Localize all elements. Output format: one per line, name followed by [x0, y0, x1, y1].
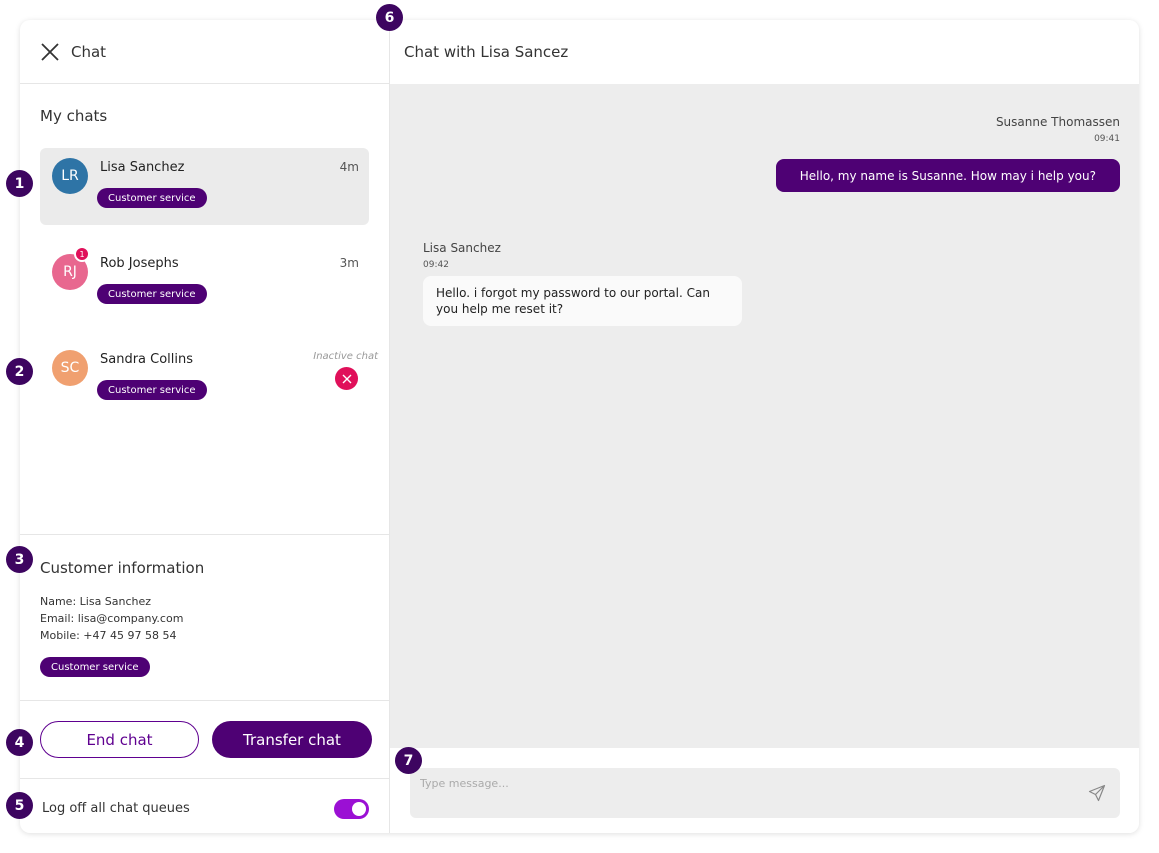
customer-information-panel: Customer information Name: Lisa Sanchez …	[20, 534, 389, 700]
logoff-label: Log off all chat queues	[42, 801, 190, 816]
chat-name: Lisa Sanchez	[100, 160, 185, 175]
chat-time: 4m	[339, 160, 359, 174]
annotation-marker-6: 6	[376, 4, 403, 31]
chat-list-item-lisa-sanchez[interactable]: LR Lisa Sanchez 4m Customer service	[40, 148, 369, 225]
send-icon[interactable]	[1088, 784, 1106, 802]
avatar: SC	[52, 350, 88, 386]
transfer-chat-button[interactable]: Transfer chat	[212, 721, 372, 758]
chat-actions: End chat Transfer chat	[20, 700, 389, 778]
chat-sidebar: Chat My chats LR Lisa Sanchez 4m Custome…	[20, 20, 390, 833]
close-icon[interactable]	[40, 42, 60, 62]
message-list: Susanne Thomassen 09:41 Hello, my name i…	[390, 84, 1139, 748]
message-sender: Susanne Thomassen	[995, 115, 1120, 129]
annotation-marker-4: 4	[6, 729, 33, 756]
toggle-knob	[352, 802, 366, 816]
logoff-row: Log off all chat queues	[20, 778, 389, 833]
conversation-header: Chat with Lisa Sancez	[390, 20, 1139, 84]
avatar-initials: LR	[61, 168, 79, 184]
customer-email: Email: lisa@company.com	[40, 612, 184, 625]
annotation-marker-7: 7	[395, 747, 422, 774]
customer-details: Name: Lisa Sanchez Email: lisa@company.c…	[40, 593, 183, 644]
chat-list-item-rob-josephs[interactable]: RJ 1 Rob Josephs 3m Customer service	[40, 244, 369, 321]
chat-name: Sandra Collins	[100, 352, 194, 367]
sidebar-title: Chat	[71, 42, 107, 61]
annotation-marker-1: 1	[6, 170, 33, 197]
queue-tag: Customer service	[97, 380, 207, 400]
chat-window: Chat My chats LR Lisa Sanchez 4m Custome…	[20, 20, 1139, 833]
customer-queue-tag: Customer service	[40, 657, 150, 677]
queue-tag: Customer service	[97, 188, 207, 208]
incoming-message: Hello. i forgot my password to our porta…	[423, 276, 742, 326]
outgoing-message: Hello, my name is Susanne. How may i hel…	[775, 159, 1120, 192]
customer-information-heading: Customer information	[40, 559, 205, 577]
customer-name: Name: Lisa Sanchez	[40, 595, 152, 608]
chat-list-item-sandra-collins[interactable]: SC Sandra Collins Inactive chat Customer…	[40, 340, 378, 417]
message-input[interactable]	[410, 768, 1070, 798]
remove-chat-button[interactable]	[335, 367, 358, 390]
message-input-container	[410, 768, 1120, 818]
annotation-marker-5: 5	[6, 792, 33, 819]
conversation-panel: Chat with Lisa Sancez Susanne Thomassen …	[390, 20, 1139, 833]
close-icon	[342, 374, 351, 383]
logoff-toggle[interactable]	[334, 799, 369, 819]
chat-name: Rob Josephs	[100, 256, 179, 271]
conversation-title: Chat with Lisa Sancez	[404, 43, 569, 61]
customer-mobile: Mobile: +47 45 97 58 54	[40, 629, 177, 642]
message-composer	[390, 748, 1139, 833]
my-chats-heading: My chats	[40, 107, 108, 125]
message-time: 09:42	[423, 260, 449, 270]
unread-badge: 1	[74, 246, 90, 262]
avatar-initials: SC	[60, 360, 80, 376]
message-sender: Lisa Sanchez	[423, 241, 501, 255]
annotation-marker-3: 3	[6, 546, 33, 573]
avatar-initials: RJ	[63, 264, 77, 280]
sidebar-header: Chat	[20, 20, 389, 84]
annotation-marker-2: 2	[6, 358, 33, 385]
chat-time: 3m	[339, 256, 359, 270]
message-time: 09:41	[1094, 134, 1120, 144]
avatar: LR	[52, 158, 88, 194]
queue-tag: Customer service	[97, 284, 207, 304]
inactive-chat-label: Inactive chat	[313, 351, 378, 362]
end-chat-button[interactable]: End chat	[40, 721, 199, 758]
